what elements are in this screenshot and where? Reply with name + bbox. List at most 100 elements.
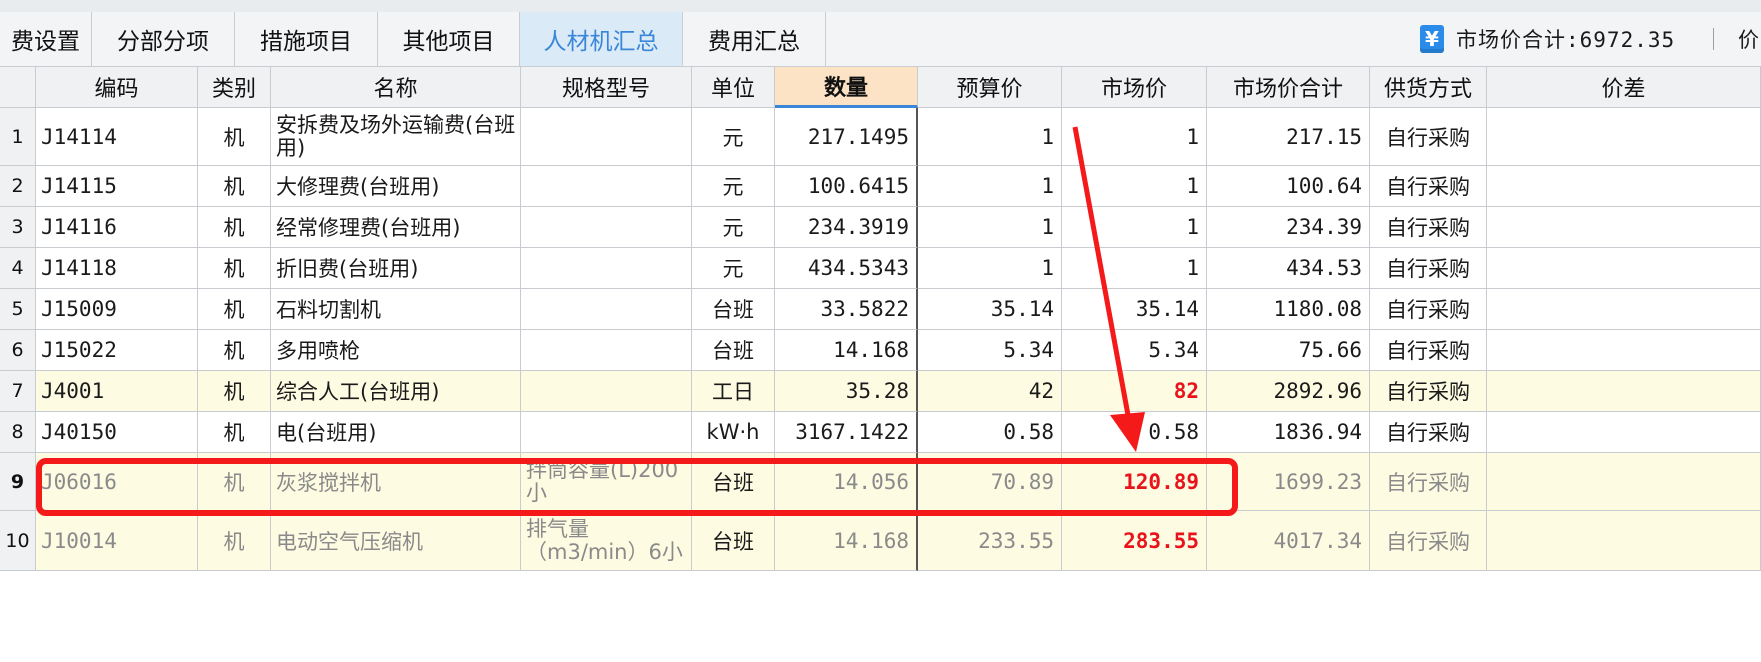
column-header[interactable]: 名称 — [271, 67, 521, 108]
market-price-cell[interactable]: 1 — [1062, 248, 1207, 289]
supply-mode-cell[interactable]: 自行采购 — [1370, 511, 1487, 571]
row-index[interactable]: 4 — [0, 248, 36, 289]
tab-fee-settings[interactable]: 费设置 — [0, 12, 92, 66]
column-header[interactable]: 单位 — [692, 67, 775, 108]
row-index[interactable]: 3 — [0, 207, 36, 248]
spec-cell[interactable] — [521, 166, 692, 207]
column-header[interactable]: 供货方式 — [1370, 67, 1487, 108]
supply-mode-cell[interactable]: 自行采购 — [1370, 207, 1487, 248]
type-cell[interactable]: 机 — [198, 289, 271, 330]
name-cell[interactable]: 大修理费(台班用) — [271, 166, 521, 207]
price-diff-cell[interactable] — [1487, 330, 1761, 371]
market-price-cell[interactable]: 1 — [1062, 166, 1207, 207]
quantity-cell[interactable]: 217.1495 — [775, 108, 918, 166]
code-cell[interactable]: J10014 — [36, 511, 198, 571]
unit-cell[interactable]: 元 — [692, 166, 775, 207]
quantity-cell[interactable]: 33.5822 — [775, 289, 918, 330]
market-price-cell[interactable]: 5.34 — [1062, 330, 1207, 371]
market-total-cell[interactable]: 4017.34 — [1207, 511, 1370, 571]
column-header[interactable]: 编码 — [36, 67, 198, 108]
unit-cell[interactable]: 元 — [692, 207, 775, 248]
price-diff-cell[interactable] — [1487, 108, 1761, 166]
quantity-cell[interactable]: 434.5343 — [775, 248, 918, 289]
code-cell[interactable]: J14116 — [36, 207, 198, 248]
type-cell[interactable]: 机 — [198, 371, 271, 412]
code-cell[interactable]: J14114 — [36, 108, 198, 166]
supply-mode-cell[interactable]: 自行采购 — [1370, 166, 1487, 207]
budget-price-cell[interactable]: 5.34 — [918, 330, 1062, 371]
spec-cell[interactable] — [521, 207, 692, 248]
row-index[interactable]: 1 — [0, 108, 36, 166]
spec-cell[interactable] — [521, 289, 692, 330]
column-header[interactable]: 类别 — [198, 67, 271, 108]
code-cell[interactable]: J14118 — [36, 248, 198, 289]
code-cell[interactable]: J4001 — [36, 371, 198, 412]
market-price-cell[interactable]: 1 — [1062, 108, 1207, 166]
market-total-cell[interactable]: 1180.08 — [1207, 289, 1370, 330]
row-index[interactable]: 9 — [0, 453, 36, 511]
supply-mode-cell[interactable]: 自行采购 — [1370, 453, 1487, 511]
budget-price-cell[interactable]: 42 — [918, 371, 1062, 412]
name-cell[interactable]: 多用喷枪 — [271, 330, 521, 371]
budget-price-cell[interactable]: 233.55 — [918, 511, 1062, 571]
type-cell[interactable]: 机 — [198, 511, 271, 571]
market-total-cell[interactable]: 75.66 — [1207, 330, 1370, 371]
market-total-cell[interactable]: 434.53 — [1207, 248, 1370, 289]
row-index[interactable]: 10 — [0, 511, 36, 571]
spec-cell[interactable] — [521, 412, 692, 453]
row-index[interactable]: 6 — [0, 330, 36, 371]
name-cell[interactable]: 电动空气压缩机 — [271, 511, 521, 571]
type-cell[interactable]: 机 — [198, 412, 271, 453]
budget-price-cell[interactable]: 0.58 — [918, 412, 1062, 453]
supply-mode-cell[interactable]: 自行采购 — [1370, 289, 1487, 330]
unit-cell[interactable]: kW·h — [692, 412, 775, 453]
quantity-cell[interactable]: 3167.1422 — [775, 412, 918, 453]
market-total-cell[interactable]: 234.39 — [1207, 207, 1370, 248]
market-total-cell[interactable]: 2892.96 — [1207, 371, 1370, 412]
supply-mode-cell[interactable]: 自行采购 — [1370, 330, 1487, 371]
spec-cell[interactable] — [521, 330, 692, 371]
supply-mode-cell[interactable]: 自行采购 — [1370, 371, 1487, 412]
price-diff-cell[interactable] — [1487, 166, 1761, 207]
tab-labor-material-machine-summary[interactable]: 人材机汇总 — [520, 12, 683, 66]
quantity-cell[interactable]: 35.28 — [775, 371, 918, 412]
type-cell[interactable]: 机 — [198, 166, 271, 207]
unit-cell[interactable]: 台班 — [692, 511, 775, 571]
unit-cell[interactable]: 元 — [692, 108, 775, 166]
market-total-cell[interactable]: 217.15 — [1207, 108, 1370, 166]
column-header[interactable]: 规格型号 — [521, 67, 692, 108]
budget-price-cell[interactable]: 1 — [918, 248, 1062, 289]
market-price-cell[interactable]: 0.58 — [1062, 412, 1207, 453]
tab-sub-items[interactable]: 分部分项 — [92, 12, 235, 66]
budget-price-cell[interactable]: 1 — [918, 108, 1062, 166]
column-header[interactable]: 市场价 — [1062, 67, 1207, 108]
spec-cell[interactable] — [521, 108, 692, 166]
column-header[interactable]: 预算价 — [918, 67, 1062, 108]
name-cell[interactable]: 石料切割机 — [271, 289, 521, 330]
name-cell[interactable]: 电(台班用) — [271, 412, 521, 453]
price-diff-cell[interactable] — [1487, 511, 1761, 571]
type-cell[interactable]: 机 — [198, 248, 271, 289]
unit-cell[interactable]: 台班 — [692, 330, 775, 371]
unit-cell[interactable]: 台班 — [692, 289, 775, 330]
price-diff-cell[interactable] — [1487, 248, 1761, 289]
quantity-cell[interactable]: 14.168 — [775, 511, 918, 571]
quantity-cell[interactable]: 234.3919 — [775, 207, 918, 248]
row-index[interactable]: 2 — [0, 166, 36, 207]
market-total-cell[interactable]: 100.64 — [1207, 166, 1370, 207]
name-cell[interactable]: 折旧费(台班用) — [271, 248, 521, 289]
supply-mode-cell[interactable]: 自行采购 — [1370, 412, 1487, 453]
code-cell[interactable]: J15022 — [36, 330, 198, 371]
column-header[interactable]: 价差 — [1487, 67, 1761, 108]
quantity-cell[interactable]: 14.168 — [775, 330, 918, 371]
spec-cell[interactable] — [521, 371, 692, 412]
price-diff-cell[interactable] — [1487, 371, 1761, 412]
row-index[interactable]: 7 — [0, 371, 36, 412]
row-index[interactable]: 5 — [0, 289, 36, 330]
price-diff-cell[interactable] — [1487, 412, 1761, 453]
quantity-cell[interactable]: 100.6415 — [775, 166, 918, 207]
type-cell[interactable]: 机 — [198, 108, 271, 166]
unit-cell[interactable]: 元 — [692, 248, 775, 289]
type-cell[interactable]: 机 — [198, 330, 271, 371]
budget-price-cell[interactable]: 1 — [918, 166, 1062, 207]
